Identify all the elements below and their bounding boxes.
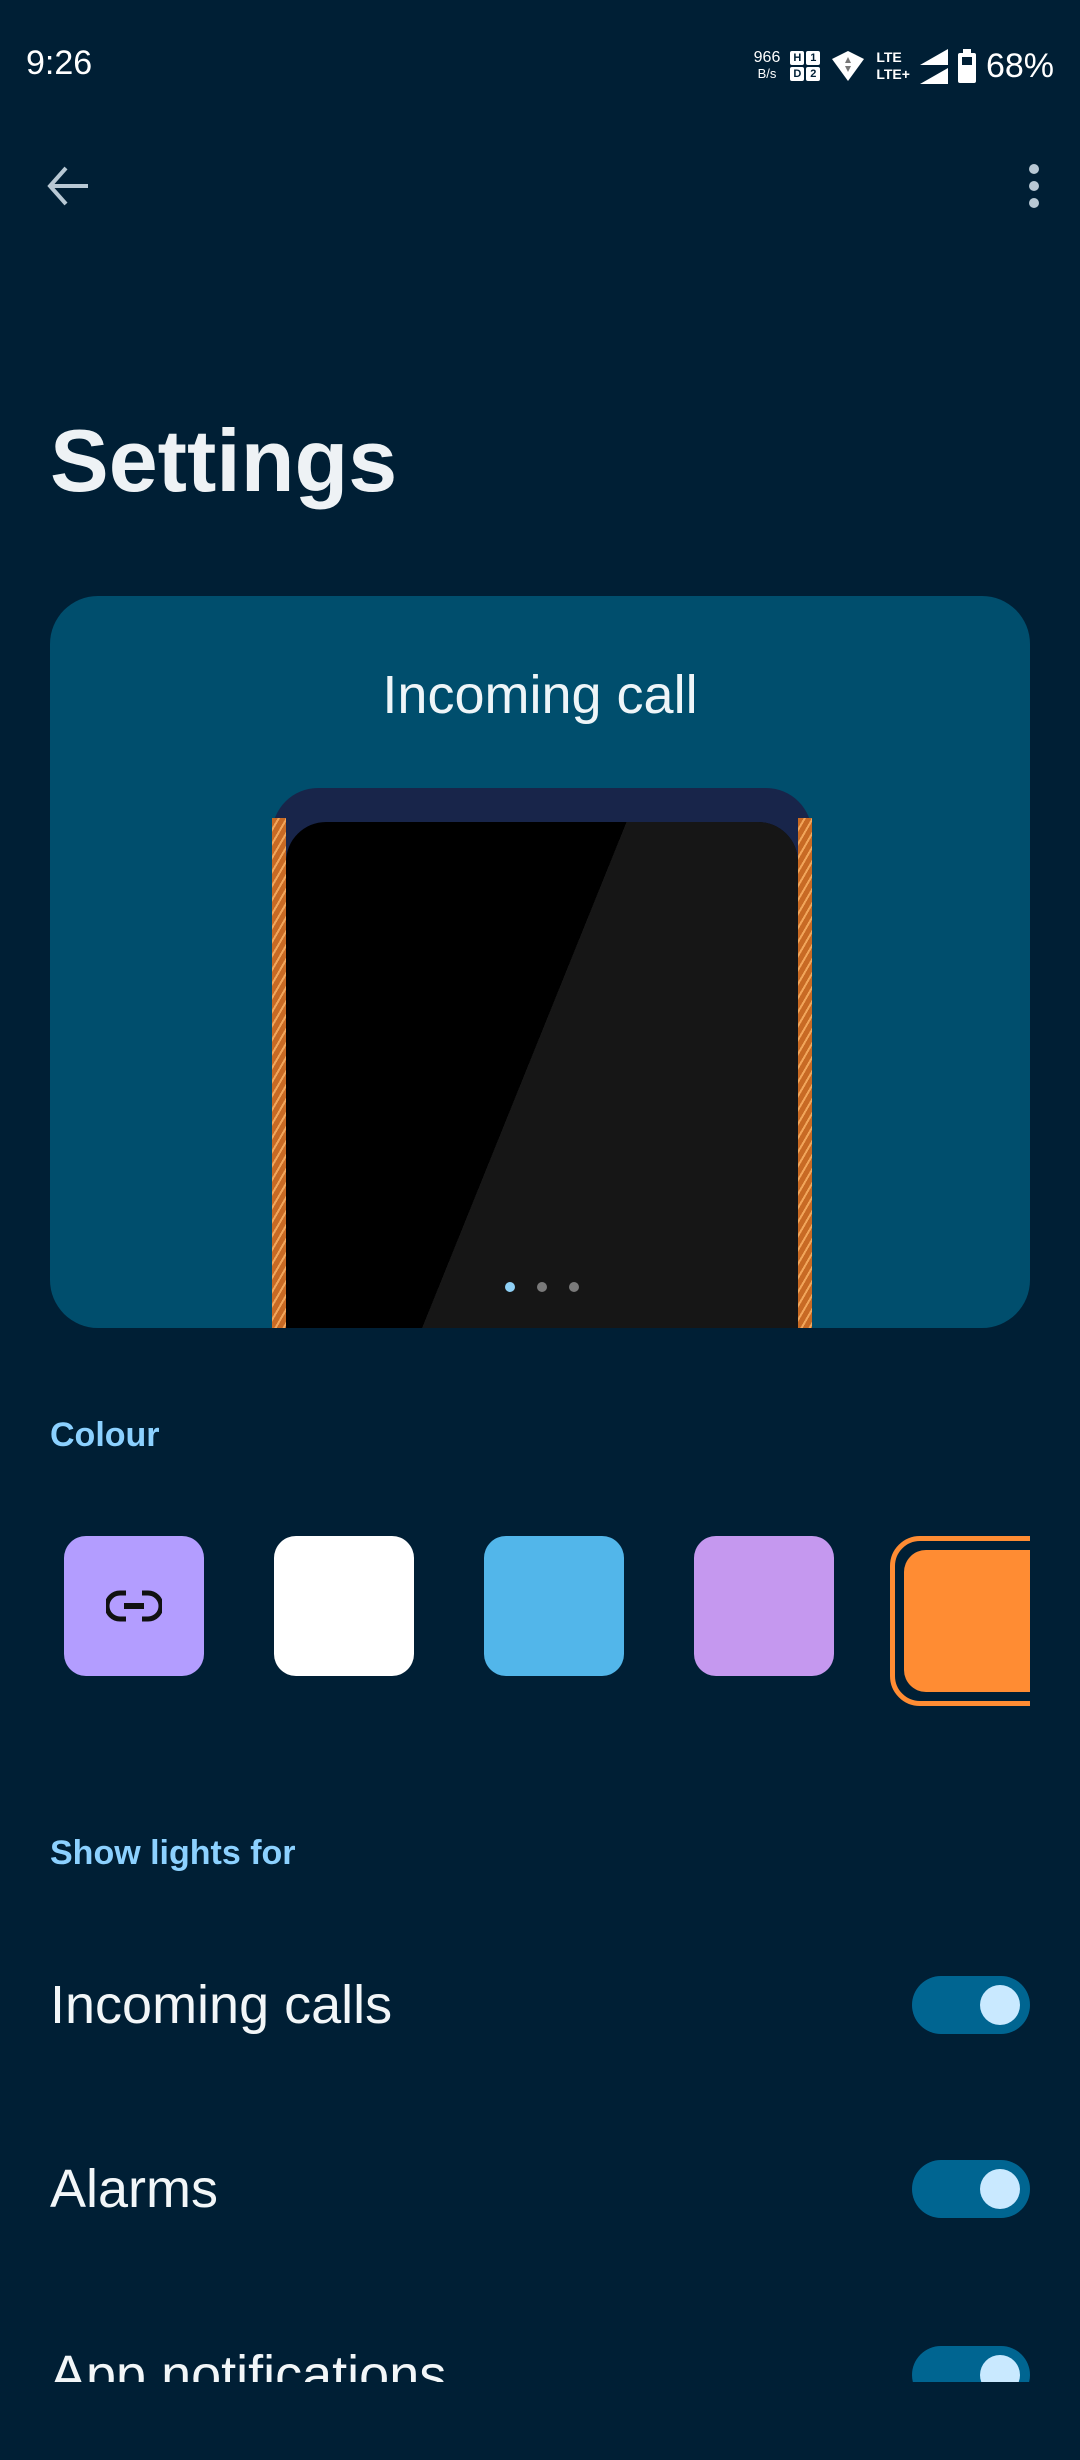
swatch-purple[interactable] bbox=[694, 1536, 834, 1676]
light-preview-card[interactable]: Incoming call bbox=[50, 596, 1030, 1328]
hd-label: 1 bbox=[806, 51, 821, 65]
network-speed-unit: B/s bbox=[757, 66, 777, 81]
app-notifications-switch[interactable] bbox=[912, 2346, 1030, 2382]
phone-screen bbox=[286, 822, 798, 1328]
signal-icon bbox=[919, 48, 948, 84]
status-icons: 966 B/s H 1 D 2 LTE LTE+ 68% bbox=[754, 44, 1054, 88]
show-lights-heading: Show lights for bbox=[50, 1834, 296, 1872]
link-icon bbox=[106, 1590, 162, 1622]
battery-percent: 68% bbox=[985, 46, 1054, 85]
switch-knob bbox=[980, 2169, 1020, 2209]
screen-glare bbox=[286, 822, 798, 1328]
toggle-row-app-notifications-clip: App notifications bbox=[50, 2330, 1030, 2382]
signal-sim2-icon bbox=[919, 67, 948, 84]
toggle-row-incoming-calls[interactable]: Incoming calls bbox=[50, 1960, 1030, 2050]
alarms-switch[interactable] bbox=[912, 2160, 1030, 2218]
swatch-orange-selected[interactable] bbox=[890, 1536, 1030, 1706]
status-time: 9:26 bbox=[26, 44, 93, 82]
row-label: Alarms bbox=[50, 2159, 219, 2219]
switch-knob bbox=[980, 2355, 1020, 2382]
lte-plus-label: LTE+ bbox=[876, 66, 910, 82]
swatch-orange bbox=[904, 1550, 1030, 1692]
swatch-linked[interactable] bbox=[64, 1536, 204, 1676]
page-dot[interactable] bbox=[569, 1282, 579, 1292]
phone-illustration bbox=[272, 788, 812, 1328]
hd-voice-icon: H 1 D 2 bbox=[790, 51, 821, 81]
network-speed: 966 B/s bbox=[754, 50, 781, 82]
hd-label: H bbox=[790, 51, 805, 65]
lte-label: LTE bbox=[876, 49, 902, 65]
lte-indicator: LTE LTE+ bbox=[876, 49, 910, 83]
row-label: App notifications bbox=[50, 2345, 447, 2382]
toggle-row-alarms[interactable]: Alarms bbox=[50, 2144, 1030, 2234]
hd-label: D bbox=[790, 67, 805, 81]
row-label: Incoming calls bbox=[50, 1975, 393, 2035]
incoming-calls-switch[interactable] bbox=[912, 1976, 1030, 2034]
colour-heading: Colour bbox=[50, 1416, 160, 1454]
page-indicator bbox=[286, 1282, 798, 1292]
hd-label: 2 bbox=[806, 67, 821, 81]
preview-label: Incoming call bbox=[382, 665, 698, 725]
more-options-button[interactable] bbox=[1010, 160, 1058, 212]
toggle-row-app-notifications[interactable]: App notifications bbox=[50, 2330, 1030, 2382]
signal-sim1-icon bbox=[919, 48, 948, 65]
swatch-white[interactable] bbox=[274, 1536, 414, 1676]
colour-swatches bbox=[64, 1536, 834, 1676]
page-dot-active[interactable] bbox=[505, 1282, 515, 1292]
edge-light-right bbox=[798, 818, 812, 1328]
switch-knob bbox=[980, 1985, 1020, 2025]
edge-light-left bbox=[272, 818, 286, 1328]
more-vert-icon bbox=[1029, 164, 1039, 208]
network-speed-value: 966 bbox=[753, 49, 781, 66]
page-dot[interactable] bbox=[537, 1282, 547, 1292]
back-button[interactable] bbox=[44, 160, 96, 212]
page-title: Settings bbox=[50, 411, 398, 510]
battery-icon bbox=[957, 49, 976, 83]
swatch-blue[interactable] bbox=[484, 1536, 624, 1676]
arrow-left-icon bbox=[47, 166, 88, 206]
wifi-icon bbox=[832, 51, 865, 81]
